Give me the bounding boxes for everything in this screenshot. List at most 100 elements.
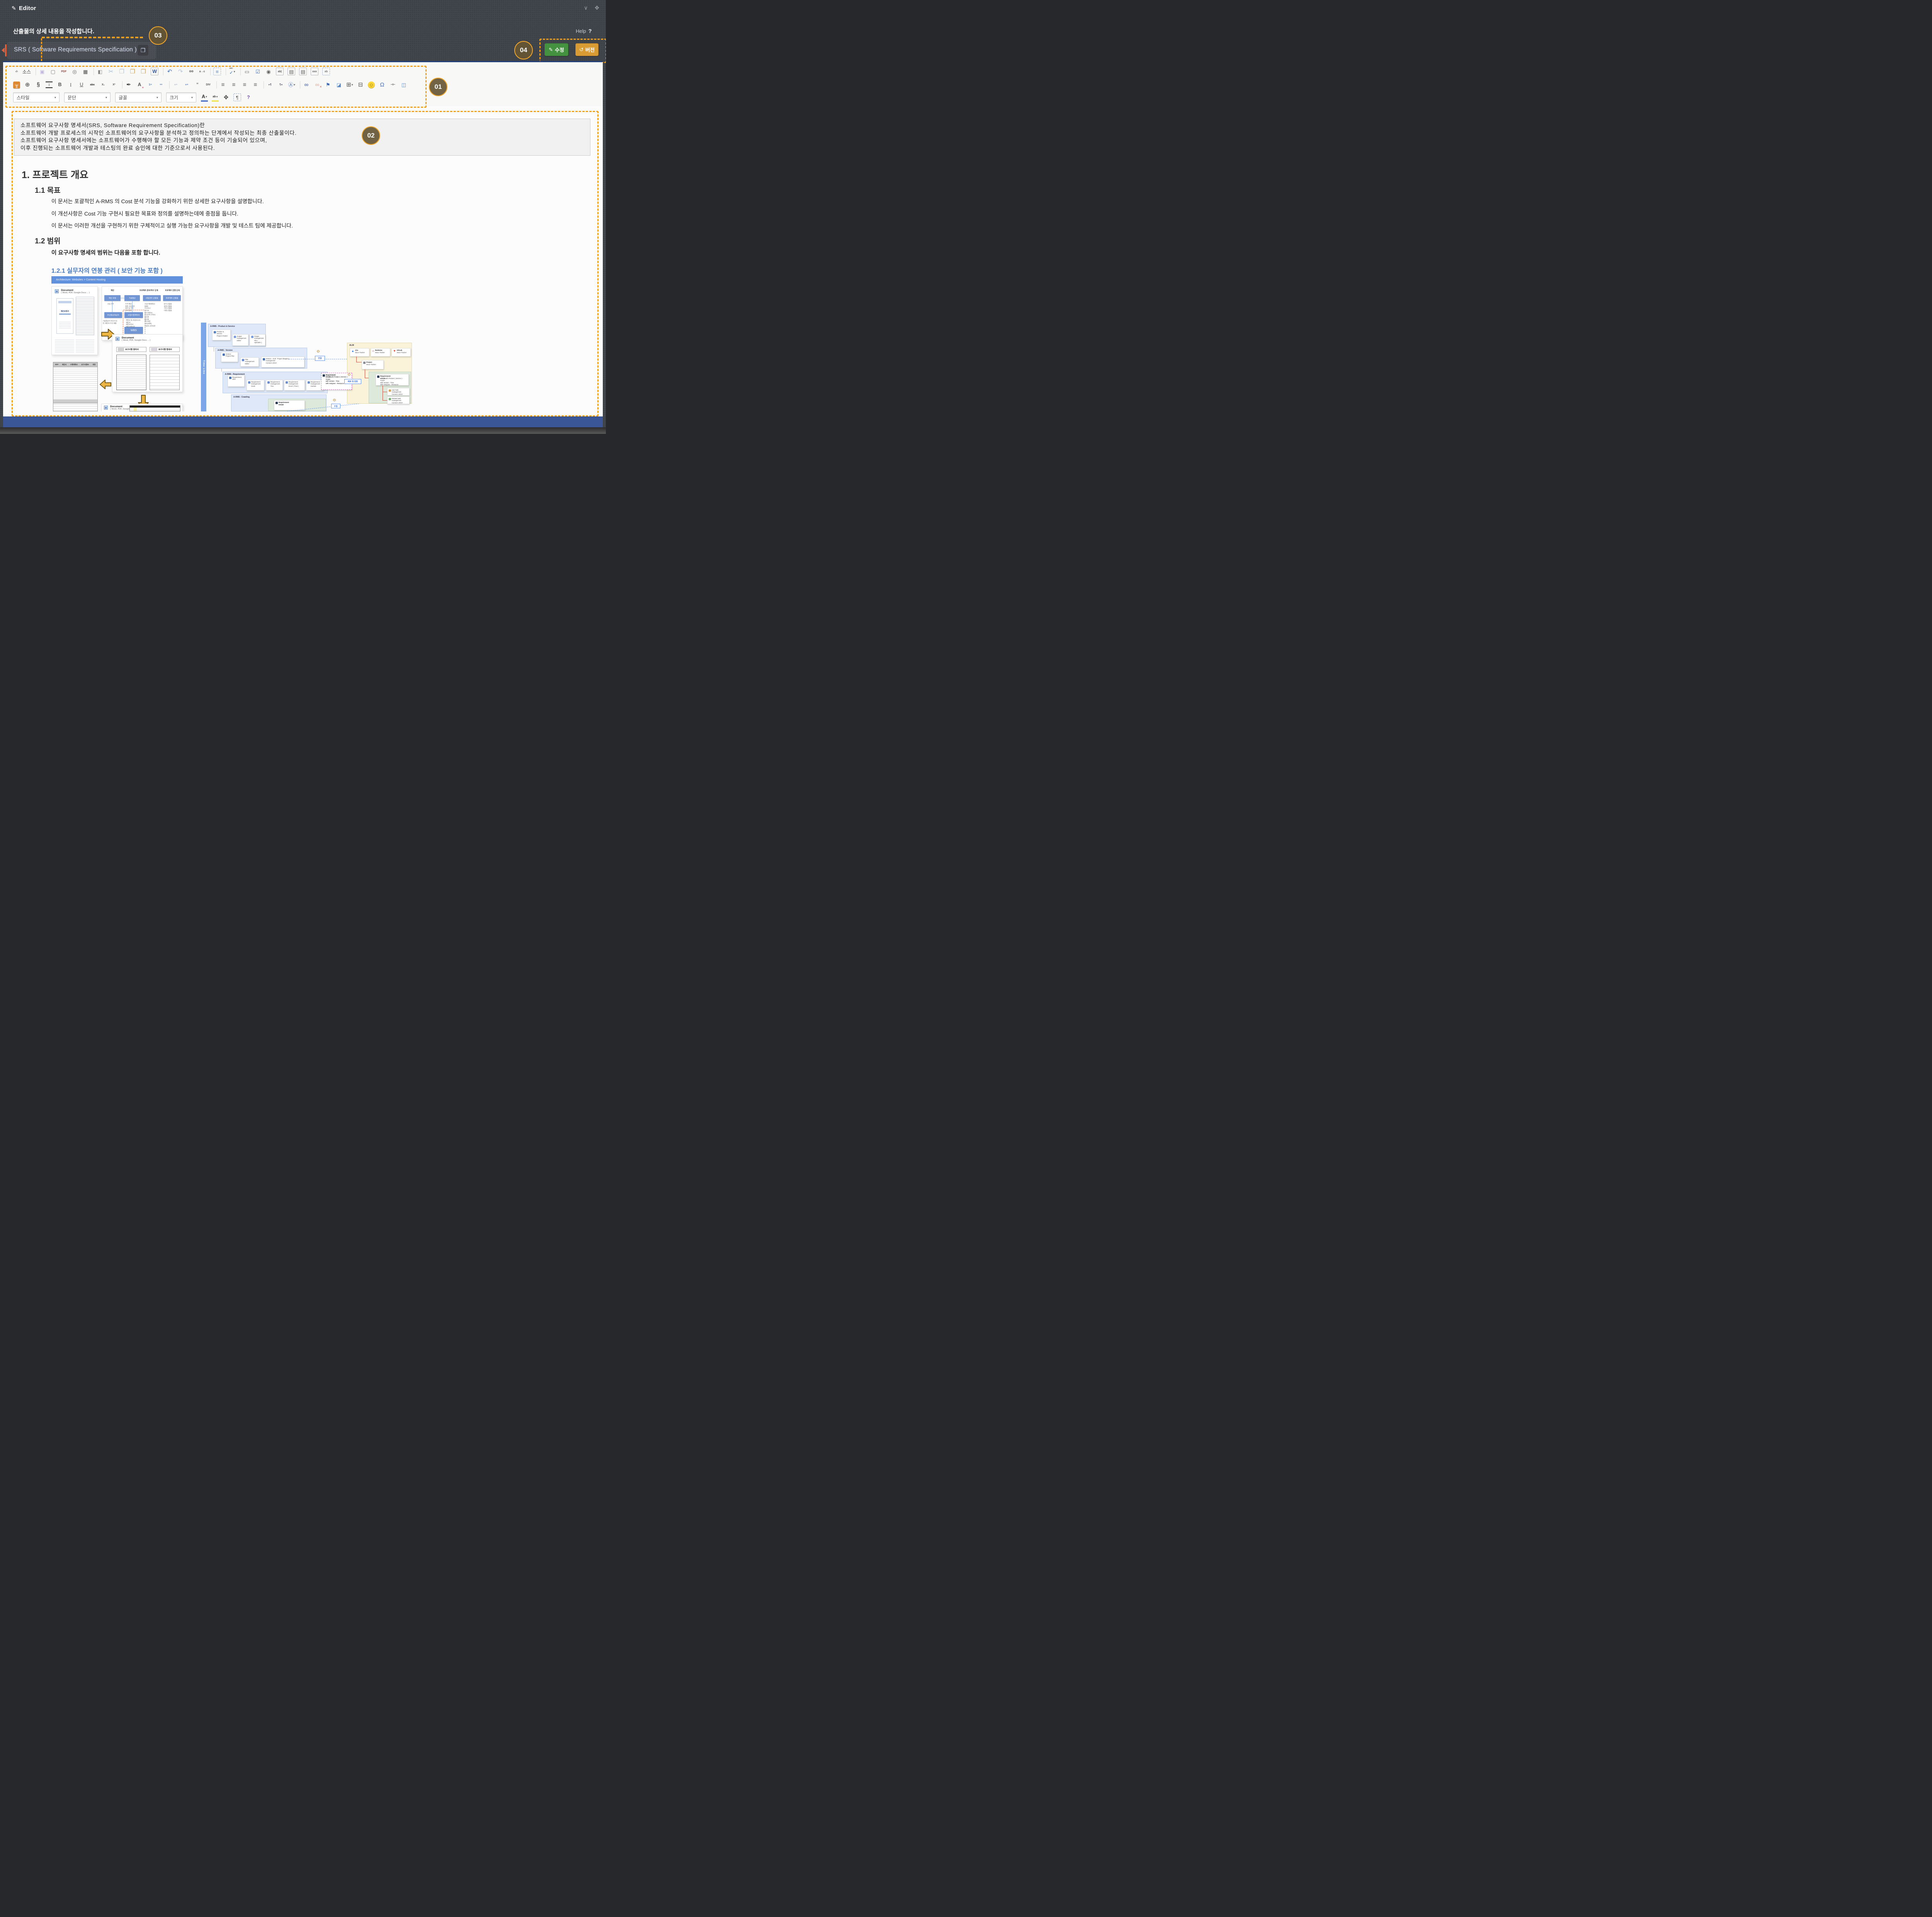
intro-quote-box: 소프트웨어 요구사항 명세서(SRS, Software Requirement… [14, 119, 590, 156]
language-icon[interactable]: Ⓐ▾ [288, 82, 295, 88]
anchor-icon[interactable]: ⚑ [325, 82, 332, 88]
div-container-icon[interactable]: DIV [205, 82, 212, 88]
gear-icon: ⚙ [347, 373, 351, 377]
indent-icon[interactable]: »≡ [183, 82, 190, 88]
help-link[interactable]: Help? [576, 28, 592, 34]
fullscreen-expand-icon[interactable]: ✥ [595, 5, 599, 11]
version-button[interactable]: ↺버전 [575, 43, 599, 56]
unlink-icon[interactable]: ∞ [314, 82, 321, 88]
annotation-badge-01: 01 [429, 78, 447, 96]
underline-icon[interactable]: U [78, 82, 85, 88]
remove-format-icon[interactable]: A [136, 82, 143, 88]
show-blocks-icon[interactable]: ¶ [233, 93, 241, 101]
strike-icon[interactable]: abc [89, 82, 96, 88]
form-icon[interactable]: ▭ [243, 68, 250, 75]
select-field-icon[interactable]: ▤ [299, 68, 307, 75]
iframe-icon[interactable]: ◫ [400, 82, 407, 88]
replace-icon[interactable]: a→c [199, 68, 206, 75]
flow-box: 기술협상 [124, 295, 140, 301]
flow-box: 우선협상대상자 [104, 312, 122, 318]
align-justify-icon[interactable]: ≡ [252, 82, 259, 88]
attach-icon[interactable]: ⊕ [24, 82, 31, 88]
redo-icon[interactable]: ↷ [177, 68, 184, 75]
textarea-icon[interactable]: ▤ [287, 68, 295, 75]
paste-word-icon[interactable]: W [151, 68, 158, 75]
toolbar-separator [169, 81, 170, 88]
toolbar-row-2: ╥ ⊕ § ↕BIUabc X₂ X² ✒ A 1≡ •≡ «≡ »≡ “ DIV ≡ ≡ ≡ ≡ ▸¶¶◂ Ⓐ▾ ∞ ∞… [13, 81, 411, 88]
paste-icon[interactable]: ❒ [129, 68, 136, 75]
undo-icon[interactable]: ↶ [166, 68, 173, 75]
image-icon[interactable]: ◪ [335, 82, 342, 88]
paragraph: 이 개선사항은 Cost 기능 구현시 필요한 목표와 정의를 설명하는데에 중… [51, 210, 238, 218]
word-wrap-icon[interactable]: § [35, 82, 42, 88]
cut-icon[interactable]: ✂ [107, 68, 114, 75]
link-icon[interactable]: ∞ [303, 82, 310, 88]
spellcheck-icon[interactable]: ✓▾ [229, 68, 236, 75]
collapse-chevron-down-icon[interactable]: ∨ [584, 5, 588, 11]
copy-icon[interactable]: ❐ [118, 68, 125, 75]
rtl-icon[interactable]: ¶◂ [277, 82, 284, 88]
copy-format-icon[interactable]: ✒ [125, 82, 132, 88]
page-description: 산출물의 상세 내용을 작성합니다. [13, 27, 94, 35]
mini-page-proposal: 제안요청서 [56, 298, 73, 334]
bold-icon[interactable]: B [56, 82, 63, 88]
templates-icon[interactable]: ◧ [97, 68, 104, 75]
scope-lead: 이 요구사항 명세의 범위는 다음을 포함 합니다. [51, 248, 160, 257]
smiley-icon[interactable]: ☺ [368, 82, 375, 88]
copy-document-icon[interactable]: ❐ [138, 45, 148, 56]
align-center-icon[interactable]: ≡ [230, 82, 237, 88]
chip-icon: ▦ [55, 289, 59, 293]
embedded-figure: Architecture: Websites > Content Hosting… [51, 276, 415, 411]
hidden-field-icon[interactable]: ab [322, 68, 330, 75]
ordered-list-icon[interactable]: 1≡ [147, 82, 154, 88]
line-height-icon[interactable]: ↕ [46, 82, 53, 88]
figure-document-panel-1: ▦ Document( Word, PDF, Google Docs ... )… [51, 286, 98, 355]
superscript-icon[interactable]: X² [111, 82, 117, 88]
subscript-icon[interactable]: X₂ [100, 82, 107, 88]
paste-text-icon[interactable]: ❒ [140, 68, 147, 75]
gitlab-logo-icon: ▼ [393, 350, 396, 355]
unordered-list-icon[interactable]: •≡ [158, 82, 165, 88]
new-page-icon[interactable]: ▢ [49, 68, 56, 75]
edit-button[interactable]: ✎수정 [544, 43, 568, 56]
blockquote-icon[interactable]: “ [194, 82, 201, 88]
italic-icon[interactable]: I [67, 82, 74, 88]
text-color-icon[interactable]: A▾ [201, 93, 208, 102]
select-all-icon[interactable]: ≡ [213, 68, 221, 75]
export-pdf-icon[interactable]: PDF [60, 68, 67, 75]
form-title-specification: 요구사항 명세서 [150, 347, 180, 352]
diagram-icon[interactable]: ╥ [13, 82, 20, 88]
align-right-icon[interactable]: ≡ [241, 82, 248, 88]
font-select[interactable]: 글꼴▾ [115, 92, 162, 102]
bg-color-icon[interactable]: ab▾ [212, 93, 219, 102]
ltr-icon[interactable]: ▸¶ [267, 82, 274, 88]
align-left-icon[interactable]: ≡ [219, 82, 226, 88]
text-field-icon[interactable]: ab| [276, 68, 284, 75]
source-icon[interactable]: ‹/› [13, 68, 20, 75]
back-arrow-icon[interactable] [2, 48, 5, 53]
page-break-icon[interactable]: ⊣⊢ [389, 82, 396, 88]
button-icon[interactable]: xxx [311, 68, 318, 75]
special-char-icon[interactable]: Ω [379, 82, 386, 88]
editor-content[interactable]: 소프트웨어 요구사항 명세서(SRS, Software Requirement… [3, 106, 603, 418]
size-select[interactable]: 크기▾ [166, 92, 196, 102]
flow-box: 제안 과정 [104, 295, 121, 301]
source-label: 소스 [22, 68, 31, 75]
preview-icon[interactable]: ◎ [71, 68, 78, 75]
print-icon[interactable]: ▦ [82, 68, 89, 75]
heading-1-1: 1.1 목표 [35, 185, 61, 195]
format-select[interactable]: 문단▾ [64, 92, 111, 102]
toolbar-row-1: ‹/›소스▣▢PDF◎▦◧✂❐❒❒W↶↷ΘΘa→c≡✓▾▭☑◉ab|▤▤xxxa… [13, 68, 334, 75]
maximize-icon[interactable]: ✥ [223, 94, 230, 101]
find-icon[interactable]: ΘΘ [188, 68, 195, 75]
top-bar: ✎Editor ∨ ✥ [0, 0, 606, 17]
horizontal-rule-icon[interactable]: ⊟ [357, 82, 364, 88]
style-select[interactable]: 스타일▾ [13, 92, 60, 102]
table-icon[interactable]: ⊞▾ [346, 82, 353, 88]
radio-icon[interactable]: ◉ [265, 68, 272, 75]
checkbox-icon[interactable]: ☑ [254, 68, 261, 75]
paragraph: 이 문서는 이러한 개선을 구현하기 위한 구체적이고 실행 가능한 요구사항을… [51, 222, 293, 229]
outdent-icon[interactable]: «≡ [172, 82, 179, 88]
save-icon[interactable]: ▣ [39, 68, 46, 75]
about-icon[interactable]: ? [245, 94, 252, 101]
